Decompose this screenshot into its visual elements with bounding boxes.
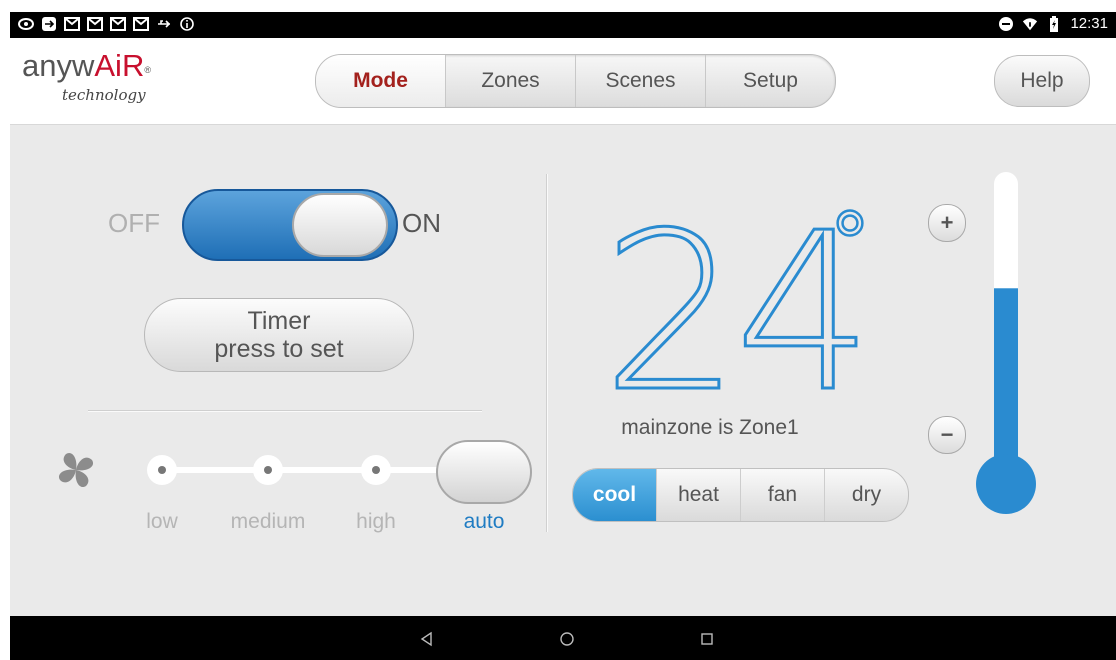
fan-speed-low-label[interactable]: low [112,510,212,534]
mode-dry-button[interactable]: dry [824,469,908,521]
back-icon[interactable] [416,628,438,650]
tab-mode[interactable]: Mode [316,55,445,107]
gmail-icon [64,16,80,32]
do-not-disturb-icon [998,16,1014,32]
timer-subtitle: press to set [214,335,344,363]
system-status: 12:31 [998,15,1108,32]
plus-icon: + [940,210,954,235]
clock-time: 12:31 [1070,15,1108,32]
notification-icons [18,16,195,32]
fan-speed-high-label[interactable]: high [326,510,426,534]
tab-scenes[interactable]: Scenes [575,55,705,107]
fan-speed-slider-knob[interactable] [436,440,532,504]
mode-fan-button[interactable]: fan [740,469,824,521]
gmail-icon [110,16,126,32]
increase-temperature-button[interactable]: + [928,204,966,242]
section-divider [88,410,482,412]
mode-selector: cool heat fan dry [572,468,909,522]
fan-speed-medium-label[interactable]: medium [218,510,318,534]
timer-button[interactable]: Timer press to set [144,298,414,372]
tab-setup[interactable]: Setup [705,55,835,107]
power-control: OFF ON [108,186,468,266]
logo-registered-mark: ® [144,65,151,75]
sync-icon [41,16,57,32]
wifi-icon [1022,16,1038,32]
power-toggle-knob[interactable] [292,193,388,257]
home-icon[interactable] [556,628,578,650]
temperature-display: 24 ° [602,190,875,420]
logo-prefix: anyw [22,48,95,83]
decrease-temperature-button[interactable]: − [928,416,966,454]
fan-speed-medium-stop[interactable] [253,455,283,485]
timer-title: Timer [247,307,311,335]
recents-icon[interactable] [696,628,718,650]
status-bar: 12:31 [10,12,1116,38]
thermometer-gauge[interactable] [970,170,1042,516]
temperature-unit: ° [830,196,870,289]
thermometer-bulb [976,454,1036,514]
logo-wordmark: anywAiR® [22,50,151,82]
help-button[interactable]: Help [994,55,1090,107]
gmail-icon [133,16,149,32]
battery-charging-icon [1046,15,1062,32]
usb-icon [156,16,172,32]
temperature-value: 24 [602,190,867,420]
panel-divider [546,174,548,532]
main-tabs: Mode Zones Scenes Setup [315,54,836,108]
fan-speed-auto-label[interactable]: auto [434,510,534,534]
fan-speed-high-stop[interactable] [361,455,391,485]
power-on-label: ON [402,208,441,238]
app-header: anywAiR® technology Mode Zones Scenes Se… [10,38,1116,125]
fan-speed-low-stop[interactable] [147,455,177,485]
power-toggle[interactable] [182,189,398,261]
thermometer-fill [994,288,1018,478]
eye-icon [18,16,34,32]
zone-status-text: mainzone is Zone1 [621,416,799,439]
logo-accent: AiR [94,48,145,83]
minus-icon: − [940,422,954,447]
logo-subtitle: technology [62,86,146,104]
navigation-bar [10,616,1116,660]
tab-zones[interactable]: Zones [445,55,575,107]
brand-logo: anywAiR® technology [22,50,151,105]
mode-cool-button[interactable]: cool [573,469,656,521]
gmail-icon [87,16,103,32]
fan-icon [54,448,98,492]
info-icon [179,16,195,32]
app-screen: 12:31 anywAiR® technology Mode Zones Sce… [10,12,1116,660]
mode-heat-button[interactable]: heat [656,469,740,521]
power-off-label: OFF [108,208,160,238]
